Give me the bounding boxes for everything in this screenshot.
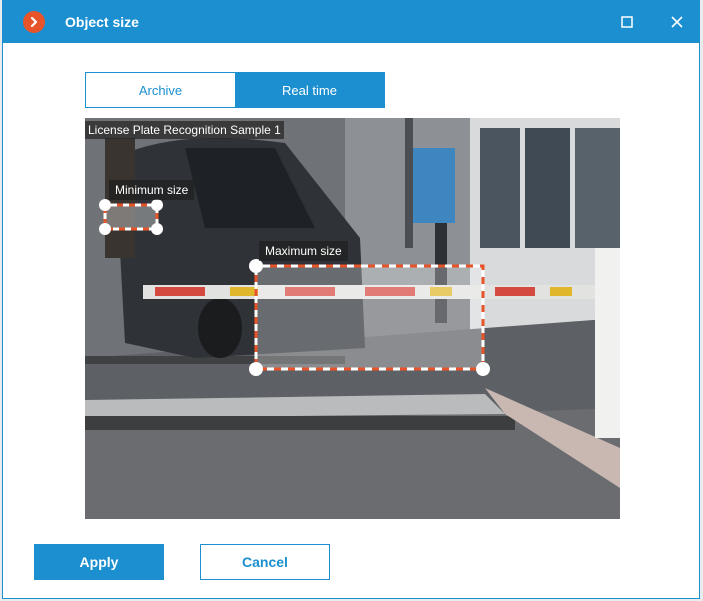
maximize-button[interactable] <box>617 12 637 32</box>
tab-real-time[interactable]: Real time <box>235 73 384 107</box>
max-size-handle-bl <box>249 362 263 376</box>
apply-button[interactable]: Apply <box>34 544 164 580</box>
title-bar[interactable]: Object size <box>3 1 699 43</box>
maximum-size-label: Maximum size <box>259 241 348 261</box>
min-size-handle-tr <box>151 199 163 211</box>
tab-archive[interactable]: Archive <box>86 73 235 107</box>
mode-tabs: Archive Real time <box>85 72 385 108</box>
object-size-dialog: Object size Archive Real time License Pl… <box>2 0 700 599</box>
min-size-handle-bl <box>99 223 111 235</box>
close-button[interactable] <box>667 12 687 32</box>
max-size-handle-br <box>476 362 490 376</box>
min-size-handle-tl <box>99 199 111 211</box>
dialog-title: Object size <box>65 14 139 30</box>
max-size-handle-tl <box>249 259 263 273</box>
app-logo-icon <box>23 11 45 33</box>
camera-label: License Plate Recognition Sample 1 <box>85 121 284 139</box>
close-icon <box>671 16 683 28</box>
cancel-button[interactable]: Cancel <box>200 544 330 580</box>
video-frame[interactable]: License Plate Recognition Sample 1 Minim… <box>85 118 620 519</box>
min-size-handle-br <box>151 223 163 235</box>
minimum-size-label: Minimum size <box>109 180 195 200</box>
camera-scene <box>85 118 620 519</box>
maximize-icon <box>621 16 633 28</box>
